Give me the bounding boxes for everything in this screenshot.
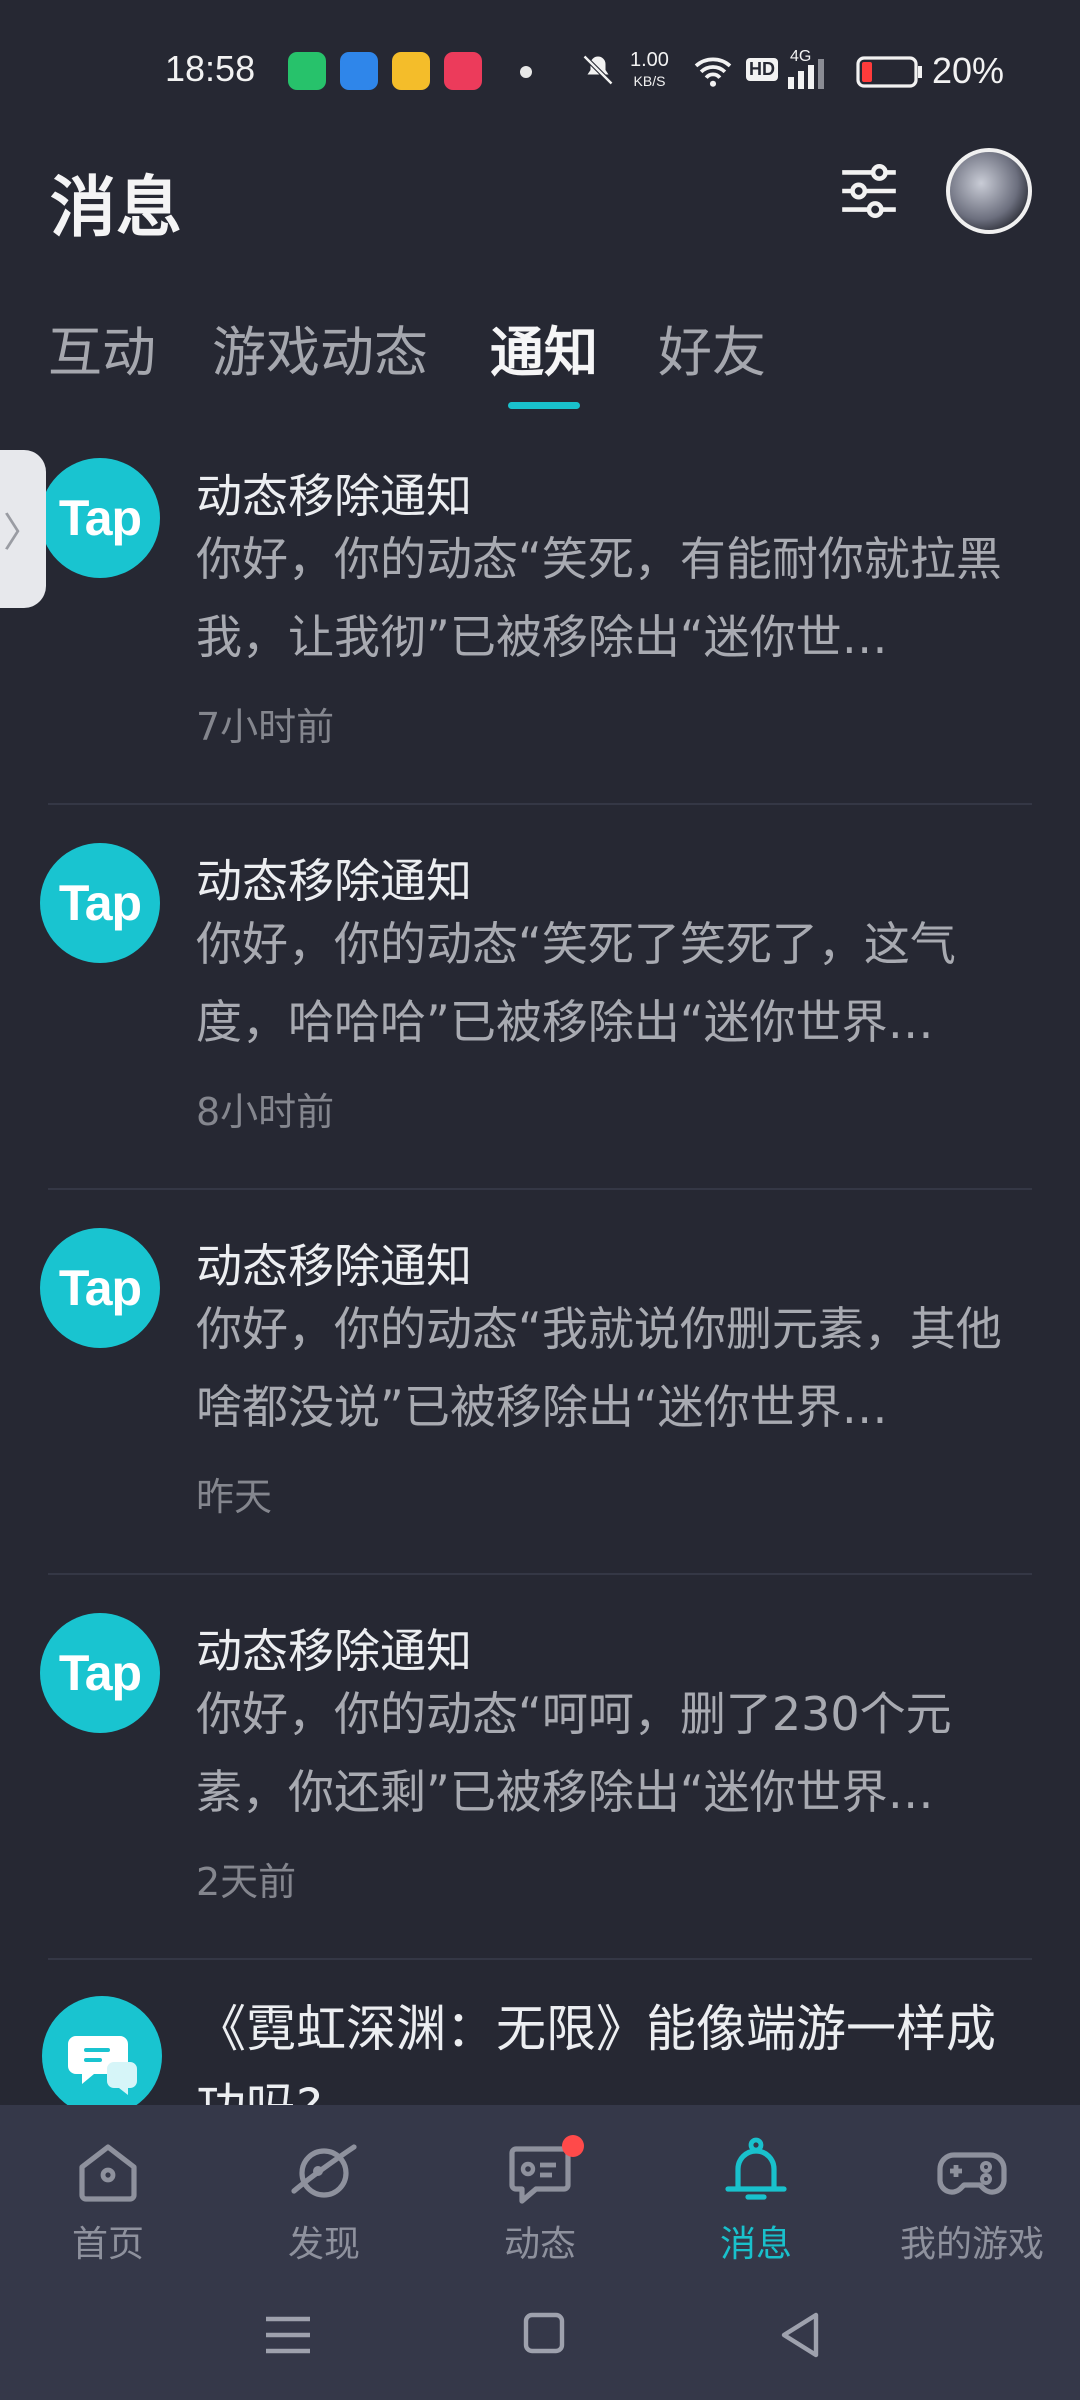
unread-badge bbox=[562, 2135, 584, 2157]
status-right: 1.00 KB/S HD 4G 20% bbox=[580, 40, 1080, 100]
notification-title: 动态移除通知 bbox=[196, 1239, 472, 1293]
status-bar: 18:58 1.00 KB/S HD 4G 20% bbox=[0, 0, 1080, 140]
notification-time: 7小时前 bbox=[196, 705, 335, 749]
nav-label: 发现 bbox=[287, 2224, 360, 2265]
notification-app-icons bbox=[288, 52, 482, 90]
active-tab-indicator bbox=[508, 402, 580, 409]
notification-time: 8小时前 bbox=[196, 1090, 335, 1134]
list-item[interactable]: Tap 动态移除通知 你好，你的动态“笑死了笑死了，这气度，哈哈哈”已被移除出“… bbox=[0, 805, 1080, 1190]
notification-body: 你好，你的动态“笑死，有能耐你就拉黑我，让我彻”已被移除出“迷你世… bbox=[196, 532, 1002, 664]
bell-icon bbox=[725, 2137, 787, 2200]
net-speed: 1.00 KB/S bbox=[630, 50, 669, 91]
filter-settings-icon[interactable] bbox=[836, 158, 902, 224]
user-avatar[interactable] bbox=[946, 148, 1032, 234]
tab-friends[interactable]: 好友 bbox=[658, 308, 766, 387]
battery-percent: 20% bbox=[931, 50, 1004, 91]
home-icon bbox=[79, 2144, 137, 2202]
nav-label: 动态 bbox=[503, 2224, 576, 2265]
tap-avatar: Tap bbox=[40, 1613, 160, 1733]
notification-title: 动态移除通知 bbox=[196, 469, 472, 523]
notification-list: Tap 动态移除通知 你好，你的动态“笑死，有能耐你就拉黑我，让我彻”已被移除出… bbox=[0, 420, 1080, 2160]
nav-label: 消息 bbox=[719, 2224, 792, 2265]
nav-messages[interactable]: 消息 bbox=[648, 2105, 864, 2270]
tap-avatar: Tap bbox=[40, 1228, 160, 1348]
notification-time: 2天前 bbox=[196, 1860, 297, 1904]
chevron-right-icon: 〉 bbox=[3, 510, 43, 556]
list-item[interactable]: Tap 动态移除通知 你好，你的动态“呵呵，删了230个元素，你还剩”已被移除出… bbox=[0, 1575, 1080, 1960]
list-item[interactable]: Tap 动态移除通知 你好，你的动态“我就说你删元素，其他啥都没说”已被移除出“… bbox=[0, 1190, 1080, 1575]
chat-bubble-icon bbox=[68, 2036, 137, 2095]
system-nav-bar bbox=[0, 2270, 1080, 2400]
tab-interaction[interactable]: 互动 bbox=[48, 308, 156, 387]
signal-icon bbox=[788, 59, 824, 89]
nav-label: 首页 bbox=[71, 2224, 144, 2265]
notification-title: 动态移除通知 bbox=[196, 1624, 472, 1678]
nav-discover[interactable]: 发现 bbox=[216, 2105, 432, 2270]
notification-body: 你好，你的动态“笑死了笑死了，这气度，哈哈哈”已被移除出“迷你世界… bbox=[196, 917, 956, 1049]
tab-game-updates[interactable]: 游戏动态 bbox=[212, 308, 428, 387]
status-time: 18:58 bbox=[165, 48, 256, 89]
notification-title: 动态移除通知 bbox=[196, 854, 472, 908]
net-speed-value: 1.00 bbox=[630, 49, 669, 71]
mute-icon bbox=[582, 54, 614, 86]
chat-avatar bbox=[42, 1996, 162, 2116]
nav-my-games[interactable]: 我的游戏 bbox=[864, 2105, 1080, 2270]
discover-icon bbox=[291, 2144, 357, 2198]
wifi-icon bbox=[694, 57, 732, 87]
message-tabs: 互动 游戏动态 通知 好友 bbox=[0, 290, 1080, 410]
notification-body: 你好，你的动态“呵呵，删了230个元素，你还剩”已被移除出“迷你世界… bbox=[196, 1687, 952, 1819]
nav-moments[interactable]: 动态 bbox=[432, 2105, 648, 2270]
side-panel-handle[interactable]: 〉 bbox=[0, 450, 46, 608]
tap-avatar: Tap bbox=[40, 843, 160, 963]
header: 消息 bbox=[0, 140, 1080, 260]
red-app-icon bbox=[444, 52, 482, 90]
blue-app-icon bbox=[340, 52, 378, 90]
tab-notifications[interactable]: 通知 bbox=[490, 308, 598, 387]
net-speed-unit: KB/S bbox=[633, 73, 666, 89]
menu-icon[interactable] bbox=[258, 2310, 318, 2360]
nav-label: 我的游戏 bbox=[899, 2224, 1044, 2265]
bottom-nav: 首页 发现 动态 消息 我的游戏 bbox=[0, 2105, 1080, 2270]
gamepad-icon bbox=[937, 2152, 1007, 2195]
page-title: 消息 bbox=[50, 169, 182, 246]
green-app-icon bbox=[288, 52, 326, 90]
nav-home[interactable]: 首页 bbox=[0, 2105, 216, 2270]
back-icon[interactable] bbox=[772, 2310, 832, 2360]
hd-badge: HD bbox=[746, 58, 778, 81]
home-square-icon[interactable] bbox=[514, 2310, 574, 2360]
notification-time: 昨天 bbox=[196, 1475, 273, 1519]
tap-avatar: Tap bbox=[40, 458, 160, 578]
more-notifications-dot bbox=[520, 66, 532, 78]
notification-body: 你好，你的动态“我就说你删元素，其他啥都没说”已被移除出“迷你世界… bbox=[196, 1302, 1002, 1434]
battery-icon bbox=[856, 56, 922, 88]
list-item[interactable]: Tap 动态移除通知 你好，你的动态“笑死，有能耐你就拉黑我，让我彻”已被移除出… bbox=[0, 420, 1080, 805]
yellow-app-icon bbox=[392, 52, 430, 90]
